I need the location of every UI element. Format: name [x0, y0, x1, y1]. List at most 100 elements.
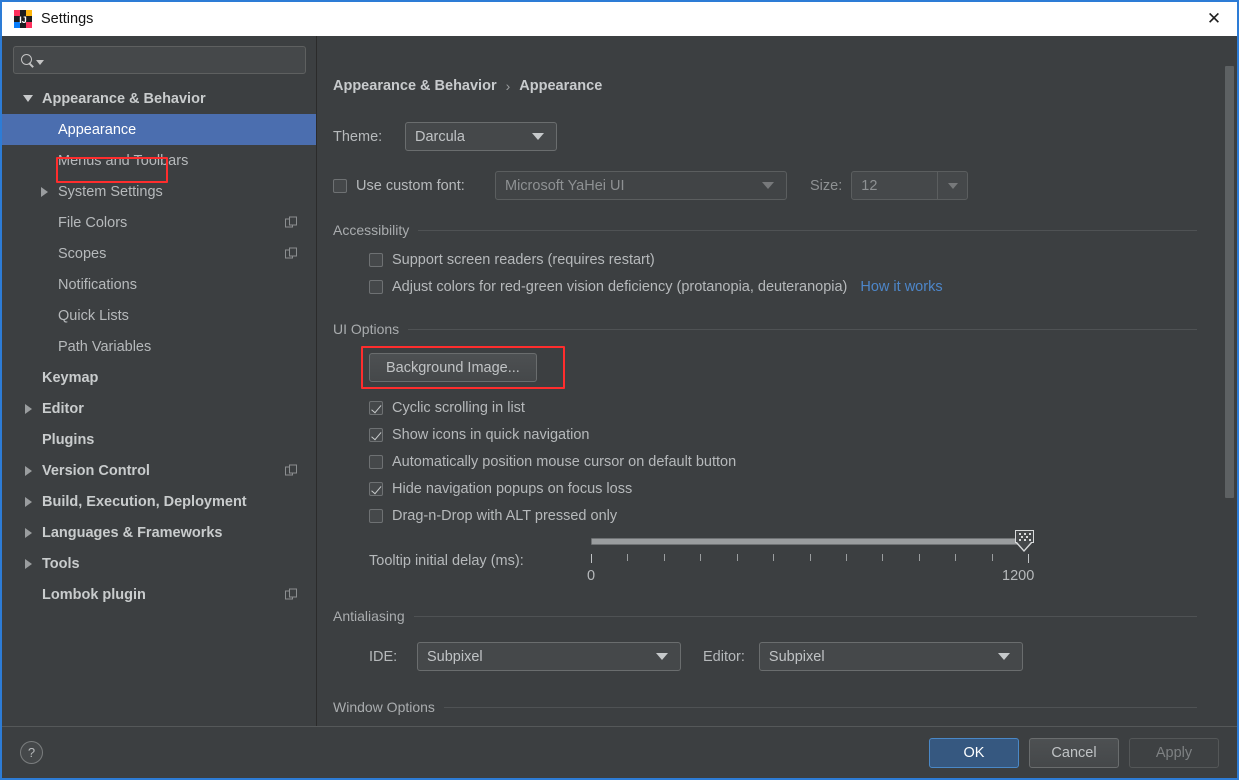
auto-position-cursor-checkbox[interactable]: Automatically position mouse cursor on d…	[369, 454, 1197, 470]
chevron-down-glyph	[23, 95, 33, 102]
support-screen-readers-checkbox[interactable]: Support screen readers (requires restart…	[369, 252, 1197, 268]
sidebar-item-lombok-plugin[interactable]: Lombok plugin	[2, 579, 316, 610]
sidebar-item-label: Scopes	[58, 245, 107, 262]
antialiasing-title: Antialiasing	[333, 608, 405, 624]
sidebar-item-editor[interactable]: Editor	[2, 393, 316, 424]
theme-value: Darcula	[415, 128, 465, 145]
sidebar-item-label: System Settings	[58, 183, 163, 200]
sidebar-item-file-colors[interactable]: File Colors	[2, 207, 316, 238]
sidebar-item-label: Notifications	[58, 276, 137, 293]
project-level-copy-icon	[285, 247, 298, 260]
chevron-right-icon[interactable]	[20, 527, 36, 538]
sidebar-item-label: Build, Execution, Deployment	[42, 493, 247, 510]
checkbox-box	[369, 509, 383, 523]
sidebar-item-menus-and-toolbars[interactable]: Menus and Toolbars	[2, 145, 316, 176]
slider-thumb-tip-inner	[1016, 542, 1031, 550]
checkbox-box	[333, 178, 347, 193]
search-input[interactable]	[44, 51, 298, 69]
spinner-dropdown-button[interactable]	[937, 172, 967, 199]
sidebar-item-label: Path Variables	[58, 338, 152, 355]
antialiasing-ide-select[interactable]: Subpixel	[417, 642, 681, 671]
slider-track[interactable]	[591, 538, 1028, 545]
settings-tree: Appearance & Behavior Appearance Menus and…	[2, 80, 316, 726]
custom-font-row: Use custom font: Microsoft YaHei UI Size…	[333, 171, 1197, 200]
sidebar-item-notifications[interactable]: Notifications	[2, 269, 316, 300]
chevron-right-icon[interactable]	[20, 403, 36, 414]
chevron-right-glyph	[24, 527, 32, 538]
chevron-right-icon[interactable]	[20, 558, 36, 569]
search-icon	[21, 53, 34, 67]
project-level-copy-icon	[285, 588, 298, 601]
custom-font-select[interactable]: Microsoft YaHei UI	[495, 171, 787, 200]
antialiasing-editor-value: Subpixel	[768, 648, 825, 665]
checkbox-box	[369, 253, 383, 267]
sidebar-item-label: Quick Lists	[58, 307, 129, 324]
antialiasing-editor-label: Editor:	[703, 648, 745, 665]
chevron-down-icon[interactable]	[20, 95, 36, 102]
sidebar-item-path-variables[interactable]: Path Variables	[2, 331, 316, 362]
cancel-button[interactable]: Cancel	[1029, 737, 1119, 768]
chevron-right-glyph	[40, 186, 48, 197]
font-size-value: 12	[861, 177, 878, 194]
cyclic-scrolling-label: Cyclic scrolling in list	[392, 400, 525, 416]
accessibility-options: Support screen readers (requires restart…	[333, 252, 1197, 295]
sidebar-item-keymap[interactable]: Keymap	[2, 362, 316, 393]
adjust-colors-label: Adjust colors for red-green vision defic…	[392, 279, 848, 295]
chevron-right-icon[interactable]	[20, 496, 36, 507]
search-filter-caret-icon[interactable]	[36, 59, 44, 65]
window-options-title: Window Options	[333, 699, 435, 715]
checkbox-box	[369, 455, 383, 469]
sidebar-item-label: Languages & Frameworks	[42, 524, 223, 541]
slider-thumb[interactable]	[1015, 530, 1034, 554]
hide-nav-popups-checkbox[interactable]: Hide navigation popups on focus loss	[369, 481, 1197, 497]
slider-tick	[663, 554, 665, 561]
sidebar-item-scopes[interactable]: Scopes	[2, 238, 316, 269]
breadcrumb: Appearance & Behavior › Appearance	[333, 78, 1197, 94]
window-titlebar: IJ Settings ✕	[2, 2, 1237, 36]
section-divider	[443, 706, 1197, 708]
ok-button[interactable]: OK	[929, 737, 1019, 768]
search-box[interactable]	[13, 46, 306, 74]
use-custom-font-checkbox[interactable]: Use custom font:	[333, 178, 495, 194]
show-icons-quick-nav-checkbox[interactable]: Show icons in quick navigation	[369, 427, 1197, 443]
antialiasing-row: IDE: Subpixel Editor: Subpixel	[333, 642, 1197, 671]
adjust-colors-checkbox-row[interactable]: Adjust colors for red-green vision defic…	[369, 279, 1197, 295]
section-divider	[413, 615, 1197, 617]
sidebar-item-languages-frameworks[interactable]: Languages & Frameworks	[2, 517, 316, 548]
sidebar-item-label: Editor	[42, 400, 84, 417]
theme-select[interactable]: Darcula	[405, 122, 557, 151]
cyclic-scrolling-checkbox[interactable]: Cyclic scrolling in list	[369, 400, 1197, 416]
help-icon[interactable]: ?	[20, 741, 43, 764]
breadcrumb-parent[interactable]: Appearance & Behavior	[333, 78, 497, 94]
chevron-right-icon[interactable]	[36, 186, 52, 197]
slider-tick	[627, 554, 629, 561]
chevron-right-icon[interactable]	[20, 465, 36, 476]
sidebar-item-tools[interactable]: Tools	[2, 548, 316, 579]
sidebar-item-label: Plugins	[42, 431, 95, 448]
sidebar-item-appearance[interactable]: Appearance	[2, 114, 316, 145]
sidebar-item-quick-lists[interactable]: Quick Lists	[2, 300, 316, 331]
dialog-footer: ? OK Cancel Apply	[2, 726, 1237, 778]
slider-tick	[845, 554, 847, 561]
antialiasing-editor-select[interactable]: Subpixel	[758, 642, 1023, 671]
slider-tick	[882, 554, 884, 561]
show-icons-quick-nav-label: Show icons in quick navigation	[392, 427, 590, 443]
slider-tick	[700, 554, 702, 561]
font-size-spinner[interactable]: 12	[851, 171, 969, 200]
close-icon[interactable]: ✕	[1191, 2, 1237, 36]
sidebar-item-plugins[interactable]: Plugins	[2, 424, 316, 455]
sidebar-item-label: Version Control	[42, 462, 150, 479]
intellij-idea-logo-icon: IJ	[14, 10, 32, 28]
sidebar-item-version-control[interactable]: Version Control	[2, 455, 316, 486]
scrollbar-thumb[interactable]	[1225, 66, 1234, 498]
drag-n-drop-alt-checkbox[interactable]: Drag-n-Drop with ALT pressed only	[369, 508, 1197, 524]
sidebar-item-build-execution-deployment[interactable]: Build, Execution, Deployment	[2, 486, 316, 517]
slider-tick	[955, 554, 957, 561]
sidebar-item-appearance-behavior[interactable]: Appearance & Behavior	[2, 83, 316, 114]
hide-nav-popups-label: Hide navigation popups on focus loss	[392, 481, 633, 497]
background-image-button[interactable]: Background Image...	[369, 353, 537, 382]
drag-n-drop-alt-label: Drag-n-Drop with ALT pressed only	[392, 508, 618, 524]
sidebar-item-system-settings[interactable]: System Settings	[2, 176, 316, 207]
how-it-works-link[interactable]: How it works	[860, 279, 942, 295]
main-scrollbar[interactable]	[1224, 36, 1235, 726]
